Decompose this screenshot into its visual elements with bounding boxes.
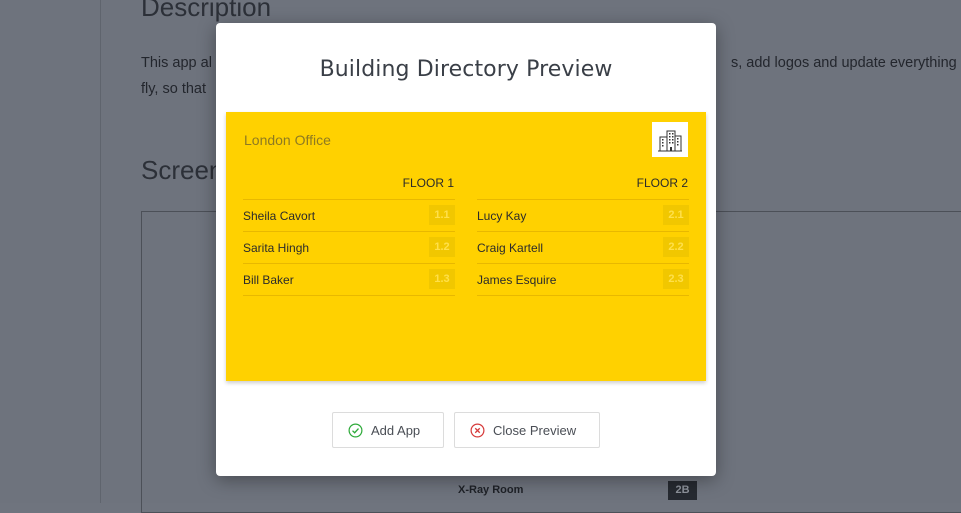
- check-circle-icon: [348, 423, 363, 437]
- directory-row: Bill Baker 1.3: [243, 264, 455, 296]
- directory-row: Craig Kartell 2.2: [477, 232, 689, 264]
- bg-room-number: 2B: [668, 481, 697, 500]
- floor-column-2: FLOOR 2 Lucy Kay 2.1 Craig Kartell 2.2 J…: [477, 175, 689, 296]
- room-number-badge: 1.1: [429, 205, 455, 225]
- add-app-label: Add App: [371, 422, 421, 438]
- description-text-end: s, add logos and update everything: [731, 55, 957, 71]
- room-number-badge: 2.2: [663, 237, 689, 257]
- screenshots-heading: Screen: [141, 155, 224, 185]
- bg-room-label: X-Ray Room: [458, 484, 524, 496]
- floor-column-1: FLOOR 1 Sheila Cavort 1.1 Sarita Hingh 1…: [243, 175, 455, 296]
- room-number-badge: 2.1: [663, 205, 689, 225]
- tenant-name: James Esquire: [477, 273, 557, 287]
- building-icon: [658, 130, 682, 151]
- office-name: London Office: [244, 132, 331, 148]
- add-app-button[interactable]: Add App: [332, 412, 444, 448]
- office-logo: [652, 122, 688, 157]
- room-number-badge: 1.3: [429, 269, 455, 289]
- room-number-badge: 2.3: [663, 269, 689, 289]
- close-preview-button[interactable]: Close Preview: [454, 412, 600, 448]
- x-circle-icon: [470, 423, 485, 437]
- directory-row: Lucy Kay 2.1: [477, 200, 689, 232]
- sidebar-divider: [100, 0, 101, 503]
- description-heading: Description: [141, 0, 272, 22]
- tenant-name: Sarita Hingh: [243, 241, 310, 255]
- tenant-name: Craig Kartell: [477, 241, 544, 255]
- room-number-badge: 1.2: [429, 237, 455, 257]
- tenant-name: Lucy Kay: [477, 209, 527, 223]
- preview-modal: Building Directory Preview London Office: [216, 23, 716, 476]
- floor-title: FLOOR 1: [243, 175, 455, 200]
- directory-row: Sarita Hingh 1.2: [243, 232, 455, 264]
- floor-title: FLOOR 2: [477, 175, 689, 200]
- tenant-name: Bill Baker: [243, 273, 294, 287]
- description-text-line2: fly, so that: [141, 81, 207, 97]
- directory-row: James Esquire 2.3: [477, 264, 689, 296]
- close-preview-label: Close Preview: [493, 422, 577, 438]
- directory-preview: London Office FLOOR 1 Sheila Cavort 1.1 …: [226, 112, 706, 381]
- modal-title: Building Directory Preview: [319, 57, 613, 82]
- directory-row: Sheila Cavort 1.1: [243, 200, 455, 232]
- description-text-start: This app al: [141, 55, 212, 71]
- tenant-name: Sheila Cavort: [243, 209, 316, 223]
